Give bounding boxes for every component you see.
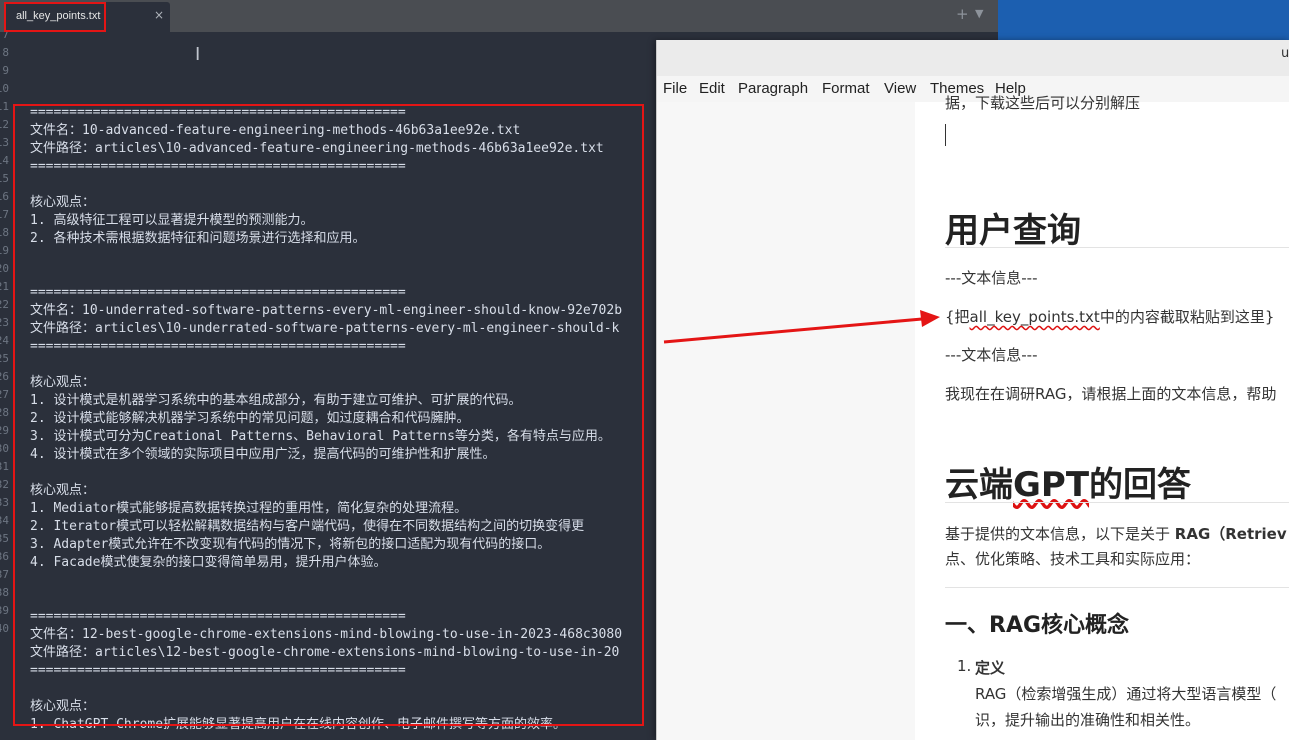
line-number: 16 [0,190,9,203]
line-number: 27 [0,388,9,401]
line-number: 8 [2,46,9,59]
line-number: 15 [0,172,9,185]
heading-answer-pre: 云端 [945,465,1013,505]
line-number: 26 [0,370,9,383]
placeholder-post: 中的内容截取粘贴到这里} [1099,308,1275,326]
placeholder-pre: {把 [945,308,970,326]
line-number: 13 [0,136,9,149]
line-number: 14 [0,154,9,167]
line-number: 29 [0,424,9,437]
list-item-desc-line1: RAG（检索增强生成）通过将大型语言模型（ [975,685,1277,703]
line-number: 19 [0,244,9,257]
heading-rule [945,502,1289,503]
line-number: 17 [0,208,9,221]
line-number: 37 [0,568,9,581]
line-number: 22 [0,298,9,311]
line-number: 18 [0,226,9,239]
line-number: 39 [0,604,9,617]
line-number: 21 [0,280,9,293]
menu-edit[interactable]: Edit [699,80,725,97]
heading-rag-core: 一、RAG核心概念 [945,613,1130,638]
list-item-title: 定义 [975,659,1006,677]
line-number-gutter: 6789101112131415161718192021222324252627… [0,32,10,740]
line-number: 10 [0,82,9,95]
heading-answer-gpt: GPT [1013,465,1090,505]
text-caret [945,124,946,146]
line-number: 30 [0,442,9,455]
line-number: 33 [0,496,9,509]
line-number: 31 [0,460,9,473]
line-number: 35 [0,532,9,545]
content-highlight-box [13,104,644,726]
desktop-background [998,0,1289,40]
line-number: 20 [0,262,9,275]
placeholder-text: {把all_key_points.txt中的内容截取粘贴到这里} [945,306,1274,327]
line-number: 23 [0,316,9,329]
placeholder-filename: all_key_points.txt [969,308,1100,326]
answer-paragraph-line1: 基于提供的文本信息，以下是关于 RAG（Retriev [945,523,1287,544]
heading-user-query: 用户查询 [945,211,1081,251]
answer-paragraph-line2: 点、优化策略、技术工具和实际应用： [945,550,1201,568]
tab-list-dropdown-icon[interactable]: ▼ [975,7,983,20]
request-text: 我现在在调研RAG，请根据上面的文本信息，帮助 [945,385,1277,403]
markdown-editor-window: u File Edit Paragraph Format View Themes… [656,40,1289,740]
marker-end: ---文本信息--- [945,346,1038,364]
heading-rule [945,247,1289,248]
line-number: 38 [0,586,9,599]
list-item-desc-line2: 识，提升输出的准确性和相关性。 [975,711,1201,729]
answer-text: 基于提供的文本信息，以下是关于 [945,525,1175,543]
line-number: 9 [2,64,9,77]
sidebar-panel [657,102,915,740]
line-number: 36 [0,550,9,563]
section-rule [945,587,1289,588]
line-number: 24 [0,334,9,347]
heading-answer-post: 的回答 [1089,465,1192,505]
line-number: 7 [2,32,9,41]
line-number: 40 [0,622,9,635]
new-tab-icon[interactable]: + [956,5,969,23]
menu-format[interactable]: Format [822,80,870,97]
answer-bold: RAG（Retriev [1174,525,1287,543]
document-area[interactable]: 据，下载这些后可以分别解压 用户查询 ---文本信息--- {把all_key_… [945,40,1289,740]
heading-answer: 云端GPT的回答 [945,457,1191,506]
line-number: 28 [0,406,9,419]
menu-file[interactable]: File [663,80,687,97]
line-number: 34 [0,514,9,527]
line-number: 11 [0,100,9,113]
list-number: 1. [957,657,972,675]
line-number: 25 [0,352,9,365]
menu-paragraph[interactable]: Paragraph [738,80,808,97]
line-number: 12 [0,118,9,131]
text-cursor-icon: I [195,44,201,65]
marker-start: ---文本信息--- [945,269,1038,287]
doc-text-fragment: 据，下载这些后可以分别解压 [945,94,1141,112]
menu-view[interactable]: View [884,80,916,97]
line-number: 32 [0,478,9,491]
